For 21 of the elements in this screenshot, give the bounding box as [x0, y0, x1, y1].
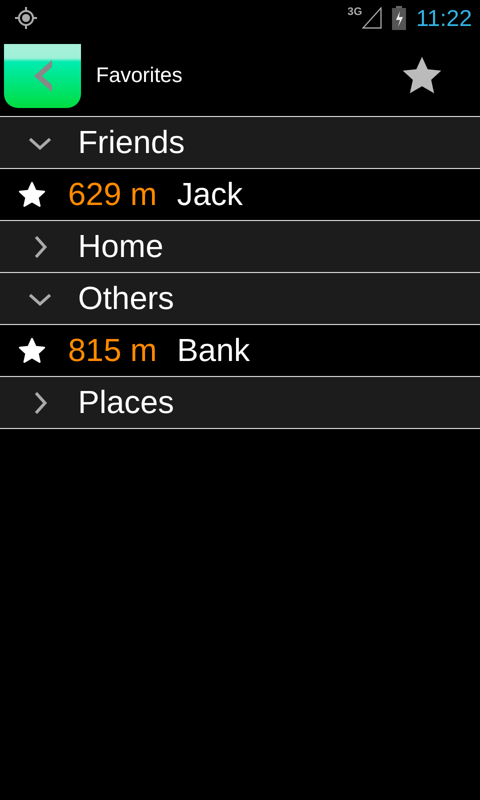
favorite-name[interactable]: Jack [176, 176, 243, 213]
back-button[interactable] [4, 44, 81, 108]
screen-title: Favorites [96, 64, 184, 88]
star-icon [18, 336, 46, 364]
network-label: 3G [347, 6, 362, 18]
group-name: Friends [78, 124, 185, 161]
group-row[interactable]: Home [0, 221, 480, 273]
location-icon [14, 6, 38, 30]
group-row[interactable]: Places [0, 377, 480, 429]
group-name: Others [78, 280, 174, 317]
distance-label: 815 m [68, 332, 157, 369]
star-icon [18, 180, 46, 208]
group-row[interactable]: Friends [0, 117, 480, 169]
favorite-name[interactable]: Bank [176, 332, 250, 369]
group-name: Home [78, 228, 164, 265]
group-name: Places [78, 384, 174, 421]
clock-time: 11:22 [416, 4, 472, 32]
group-row[interactable]: Others [0, 273, 480, 325]
distance-label: 629 m [68, 176, 157, 213]
signal-icon [362, 7, 382, 29]
battery-icon [392, 6, 406, 30]
